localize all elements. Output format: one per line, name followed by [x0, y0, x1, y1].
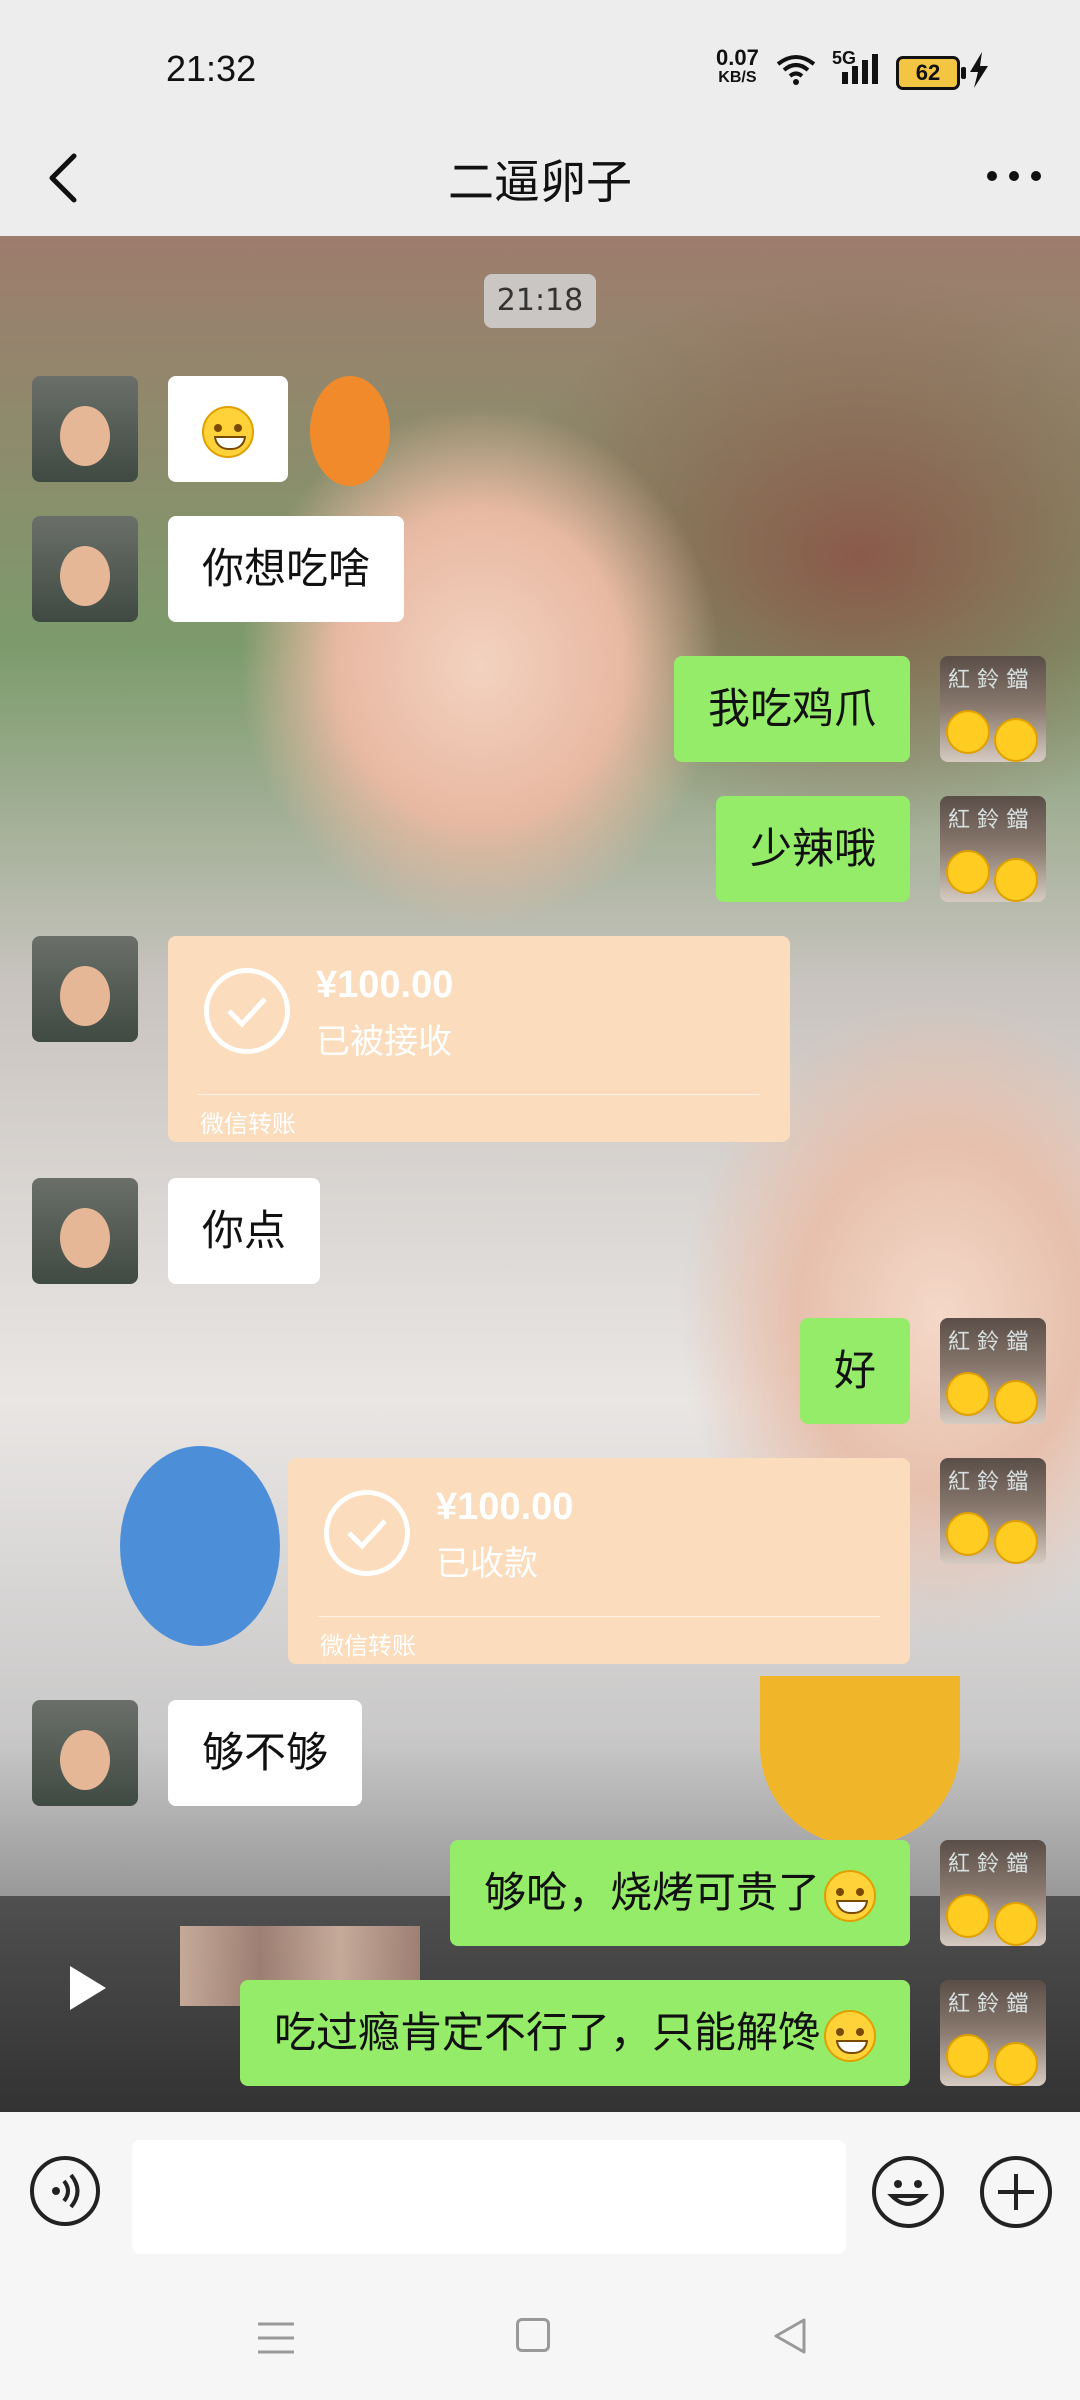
grin-emoji: [824, 2009, 876, 2062]
status-bar: 21:32 0.07 KB/S 5G 62: [0, 0, 1080, 120]
network-speed-unit: KB/S: [718, 69, 757, 86]
avatar-sign: 紅 鈴 鐺: [948, 668, 1028, 693]
transfer-status: 已被接收: [316, 1022, 452, 1062]
contact-avatar[interactable]: [32, 1700, 138, 1806]
avatar-emoji: [994, 1902, 1038, 1946]
message-bubble-right[interactable]: 少辣哦: [715, 796, 910, 902]
avatar-emoji: [946, 1372, 990, 1416]
chat-area[interactable]: 21:18 你想吃啥 紅 鈴 鐺 我吃鸡爪 紅 鈴 鐺 少辣哦 ¥100.00 …: [0, 236, 1080, 2112]
more-dots-icon[interactable]: [984, 164, 1044, 188]
message-bubble-left[interactable]: 你点: [168, 1178, 321, 1284]
avatar-photo: [60, 966, 110, 1026]
avatar-emoji: [994, 2042, 1038, 2086]
my-avatar[interactable]: 紅 鈴 鐺: [940, 1318, 1046, 1424]
message-text: 吃过瘾肯定不行了，只能解馋: [273, 2008, 820, 2057]
chat-timestamp: 21:18: [484, 274, 596, 328]
message-bubble-right[interactable]: 吃过瘾肯定不行了，只能解馋: [239, 1980, 910, 2086]
message-text: 你点: [202, 1206, 287, 1255]
battery-indicator: 62: [896, 56, 966, 90]
my-avatar[interactable]: 紅 鈴 鐺: [940, 796, 1046, 902]
input-bar: [0, 2112, 1080, 2280]
divider: [318, 1616, 880, 1617]
network-speed: 0.07 KB/S: [716, 45, 759, 88]
avatar-emoji: [946, 2034, 990, 2078]
message-bubble-right[interactable]: 够呛，烧烤可贵了: [449, 1840, 910, 1946]
avatar-emoji: [994, 858, 1038, 902]
message-text: 我吃鸡爪: [707, 684, 876, 733]
video-play-icon[interactable]: [70, 1966, 106, 2010]
back-triangle-icon[interactable]: [772, 2316, 808, 2356]
message-bubble-right[interactable]: 好: [799, 1318, 910, 1424]
charging-bolt-icon: [970, 52, 988, 88]
menu-icon[interactable]: [256, 2320, 296, 2356]
my-avatar[interactable]: 紅 鈴 鐺: [940, 1458, 1046, 1564]
message-text: 够不够: [202, 1728, 329, 1777]
avatar-sign: 紅 鈴 鐺: [948, 808, 1028, 833]
grin-squint-emoji: [202, 405, 254, 458]
my-avatar[interactable]: 紅 鈴 鐺: [940, 656, 1046, 762]
message-bubble-left[interactable]: 你想吃啥: [168, 516, 405, 622]
transfer-status: 已收款: [436, 1544, 538, 1584]
transfer-brand: 微信转账: [200, 1110, 296, 1138]
lantern-sticker: [310, 376, 390, 486]
my-avatar[interactable]: 紅 鈴 鐺: [940, 1980, 1046, 2086]
transfer-brand: 微信转账: [320, 1632, 416, 1660]
avatar-emoji: [994, 1520, 1038, 1564]
avatar-emoji: [946, 850, 990, 894]
grin-emoji: [824, 1869, 876, 1922]
chat-title: 二逼卵子: [448, 155, 632, 209]
avatar-emoji: [994, 718, 1038, 762]
contact-avatar[interactable]: [32, 376, 138, 482]
emoji-icon[interactable]: [872, 2156, 944, 2228]
message-text: 够呛，烧烤可贵了: [483, 1868, 820, 1917]
avatar-photo: [60, 406, 110, 466]
avatar-sign: 紅 鈴 鐺: [948, 1992, 1028, 2017]
avatar-photo: [60, 546, 110, 606]
system-nav-bar: [0, 2280, 1080, 2400]
message-text: 少辣哦: [749, 824, 876, 873]
message-input[interactable]: [132, 2140, 846, 2254]
avatar-emoji: [946, 710, 990, 754]
transfer-amount: ¥100.00: [436, 1486, 574, 1528]
divider: [198, 1094, 760, 1095]
status-time: 21:32: [166, 48, 257, 89]
avatar-emoji: [946, 1894, 990, 1938]
avatar-photo: [60, 1730, 110, 1790]
contact-avatar[interactable]: [32, 516, 138, 622]
voice-icon[interactable]: [30, 2156, 100, 2226]
message-bubble-right[interactable]: 我吃鸡爪: [673, 656, 910, 762]
contact-avatar[interactable]: [32, 1178, 138, 1284]
message-text: 好: [833, 1346, 876, 1395]
moon-sticker: [760, 1676, 960, 1846]
check-circle-icon: [324, 1490, 410, 1576]
avatar-sign: 紅 鈴 鐺: [948, 1330, 1028, 1355]
chat-header: 二逼卵子: [0, 120, 1080, 236]
check-circle-icon: [204, 968, 290, 1054]
transfer-amount: ¥100.00: [316, 964, 454, 1006]
wifi-icon: [776, 55, 816, 85]
signal-icon: [842, 54, 878, 84]
doraemon-sticker: [120, 1446, 280, 1646]
avatar-photo: [60, 1208, 110, 1268]
network-speed-value: 0.07: [716, 45, 759, 70]
avatar-emoji: [994, 1380, 1038, 1424]
transfer-card[interactable]: ¥100.00 已被接收 微信转账: [168, 936, 790, 1142]
contact-avatar[interactable]: [32, 936, 138, 1042]
transfer-card[interactable]: ¥100.00 已收款 微信转账: [288, 1458, 910, 1664]
plus-icon[interactable]: [980, 2156, 1052, 2228]
avatar-emoji: [946, 1512, 990, 1556]
avatar-sign: 紅 鈴 鐺: [948, 1470, 1028, 1495]
message-bubble-left[interactable]: [168, 376, 288, 482]
my-avatar[interactable]: 紅 鈴 鐺: [940, 1840, 1046, 1946]
home-icon[interactable]: [516, 2318, 550, 2352]
message-bubble-left[interactable]: 够不够: [168, 1700, 363, 1806]
avatar-sign: 紅 鈴 鐺: [948, 1852, 1028, 1877]
message-text: 你想吃啥: [202, 544, 371, 593]
